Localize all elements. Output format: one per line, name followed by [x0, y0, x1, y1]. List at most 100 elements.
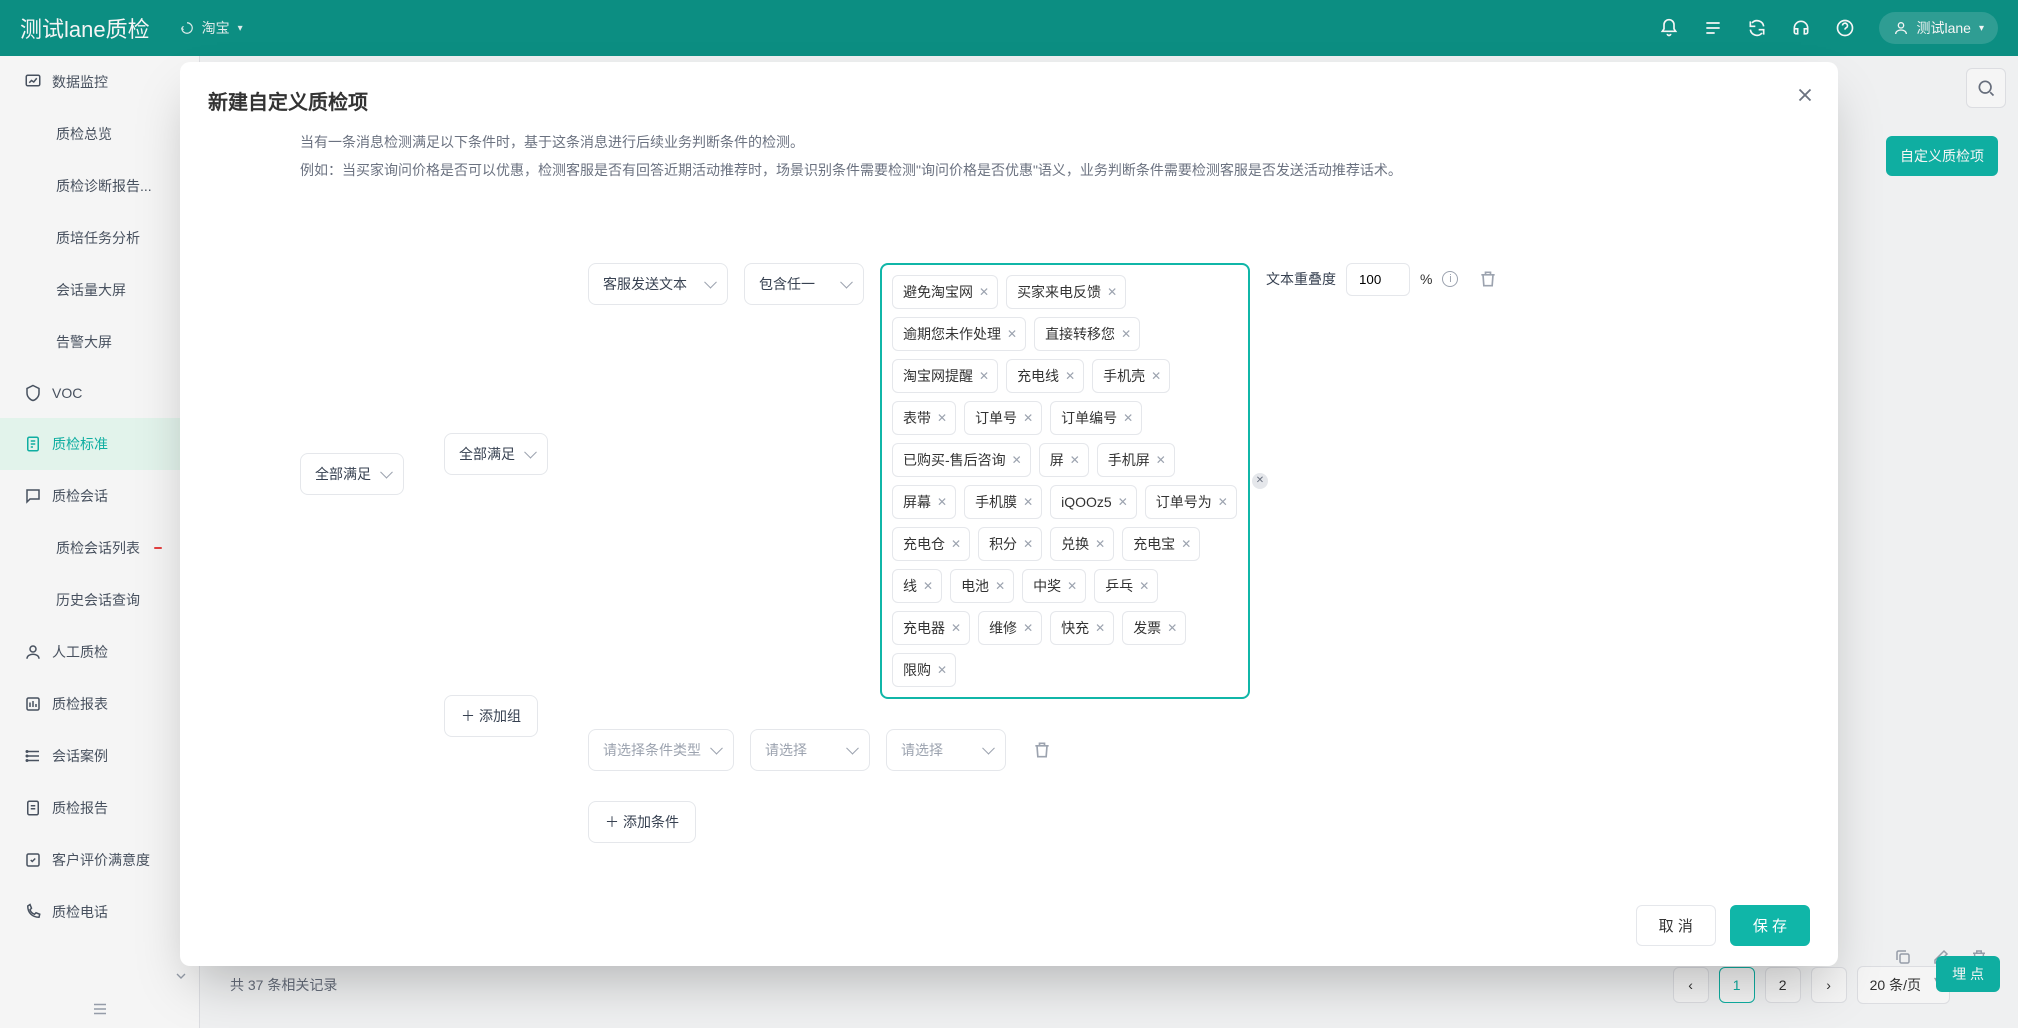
- tag-chip: 表带✕: [892, 401, 956, 435]
- sub-group-select[interactable]: 全部满足: [444, 433, 548, 475]
- tag-remove-icon[interactable]: ✕: [1107, 285, 1117, 299]
- tag-label: 避免淘宝网: [903, 282, 973, 302]
- info-icon[interactable]: i: [1442, 271, 1458, 287]
- tag-label: 充电器: [903, 618, 945, 638]
- tag-label: 线: [903, 576, 917, 596]
- modal-footer: 取 消 保 存: [180, 885, 1838, 966]
- tag-remove-icon[interactable]: ✕: [1095, 621, 1105, 635]
- tag-chip: 屏幕✕: [892, 485, 956, 519]
- tag-label: 快充: [1061, 618, 1089, 638]
- clear-tags-icon[interactable]: ✕: [1252, 473, 1268, 489]
- tag-remove-icon[interactable]: ✕: [1070, 453, 1080, 467]
- operator-select[interactable]: 包含任一: [744, 263, 864, 305]
- tag-remove-icon[interactable]: ✕: [1121, 327, 1131, 341]
- modal-desc-2: 例如：当买家询问价格是否可以优惠，检测客服是否有回答近期活动推荐时，场景识别条件…: [300, 159, 1718, 183]
- tag-remove-icon[interactable]: ✕: [951, 537, 961, 551]
- overlap-label: 文本重叠度: [1266, 269, 1336, 289]
- tag-remove-icon[interactable]: ✕: [937, 663, 947, 677]
- source-select[interactable]: 客服发送文本: [588, 263, 728, 305]
- root-group-select[interactable]: 全部满足: [300, 453, 404, 495]
- tag-chip: 乒乓 ✕: [1094, 569, 1158, 603]
- tag-chip: 充电宝 ✕: [1122, 527, 1200, 561]
- tag-remove-icon[interactable]: ✕: [1067, 579, 1077, 593]
- modal-desc-1: 当有一条消息检测满足以下条件时，基于这条消息进行后续业务判断条件的检测。: [300, 131, 1718, 155]
- tag-label: iQOOz5: [1061, 494, 1112, 510]
- tag-chip: 订单号✕: [964, 401, 1042, 435]
- tag-remove-icon[interactable]: ✕: [1007, 327, 1017, 341]
- tag-chip: 充电仓✕: [892, 527, 970, 561]
- type-select-placeholder[interactable]: 请选择条件类型: [588, 729, 734, 771]
- tag-remove-icon[interactable]: ✕: [1118, 495, 1128, 509]
- overlap-input[interactable]: [1346, 263, 1410, 296]
- tag-remove-icon[interactable]: ✕: [1218, 495, 1228, 509]
- tag-remove-icon[interactable]: ✕: [1123, 411, 1133, 425]
- tag-chip: 屏✕: [1039, 443, 1089, 477]
- tag-remove-icon[interactable]: ✕: [979, 369, 989, 383]
- cancel-button[interactable]: 取 消: [1636, 905, 1716, 946]
- tag-label: 逾期您未作处理: [903, 324, 1001, 344]
- tag-remove-icon[interactable]: ✕: [1023, 411, 1033, 425]
- modal-body: 当有一条消息检测满足以下条件时，基于这条消息进行后续业务判断条件的检测。 例如：…: [180, 131, 1838, 885]
- tag-chip: 充电器 ✕: [892, 611, 970, 645]
- tag-remove-icon[interactable]: ✕: [1181, 537, 1191, 551]
- tag-label: 屏: [1050, 450, 1064, 470]
- tag-remove-icon[interactable]: ✕: [979, 285, 989, 299]
- tag-label: 电池: [961, 576, 989, 596]
- tag-remove-icon[interactable]: ✕: [937, 411, 947, 425]
- tag-chip: 订单编号✕: [1050, 401, 1142, 435]
- delete-empty-condition-icon[interactable]: [1032, 740, 1052, 760]
- tag-remove-icon[interactable]: ✕: [1139, 579, 1149, 593]
- tag-chip: 手机屏 ✕: [1097, 443, 1175, 477]
- add-group-button[interactable]: ＋添加组: [444, 695, 538, 737]
- tag-chip: 手机壳✕: [1092, 359, 1170, 393]
- tag-label: 手机屏: [1108, 450, 1150, 470]
- tag-chip: 电池 ✕: [950, 569, 1014, 603]
- tag-chip: 订单号为 ✕: [1145, 485, 1237, 519]
- tag-remove-icon[interactable]: ✕: [1023, 621, 1033, 635]
- tag-remove-icon[interactable]: ✕: [1095, 537, 1105, 551]
- tag-remove-icon[interactable]: ✕: [1012, 453, 1022, 467]
- tag-remove-icon[interactable]: ✕: [923, 579, 933, 593]
- add-condition-button[interactable]: ＋添加条件: [588, 801, 696, 843]
- condition-row-1: 客服发送文本 包含任一 ✕ 避免淘宝网✕买家来电反馈✕逾期您未作处理✕直接转移您…: [588, 263, 1498, 699]
- condition-builder: 全部满足 全部满足 ＋添加组 客服发送文本 包含任一 ✕ 避免淘宝网 ✕ 买家来电反…: [300, 263, 1718, 843]
- tag-remove-icon[interactable]: ✕: [1023, 495, 1033, 509]
- tag-label: 充电宝: [1133, 534, 1175, 554]
- tag-remove-icon[interactable]: ✕: [1065, 369, 1075, 383]
- modal-close-button[interactable]: [1794, 84, 1816, 106]
- tag-remove-icon[interactable]: ✕: [1156, 453, 1166, 467]
- tag-label: 买家来电反馈: [1017, 282, 1101, 302]
- tag-chip: 维修 ✕: [978, 611, 1042, 645]
- overlap-group: 文本重叠度 % i: [1266, 263, 1498, 296]
- tags-input[interactable]: ✕ 避免淘宝网✕买家来电反馈✕逾期您未作处理✕直接转移您✕淘宝网提醒✕充电线✕手…: [880, 263, 1250, 699]
- tag-label: 维修: [989, 618, 1017, 638]
- tag-chip: 积分 ✕: [978, 527, 1042, 561]
- tag-remove-icon[interactable]: ✕: [937, 495, 947, 509]
- tag-chip: 线✕: [892, 569, 942, 603]
- tag-label: 中奖: [1033, 576, 1061, 596]
- condition-row-2: 请选择条件类型 请选择 请选择: [588, 729, 1498, 771]
- tag-label: 订单号为: [1156, 492, 1212, 512]
- overlap-unit: %: [1420, 271, 1432, 287]
- save-button[interactable]: 保 存: [1730, 905, 1810, 946]
- delete-condition-icon[interactable]: [1478, 269, 1498, 289]
- tag-label: 积分: [989, 534, 1017, 554]
- tag-chip: 逾期您未作处理 ✕: [892, 317, 1026, 351]
- tag-chip: 直接转移您 ✕: [1034, 317, 1140, 351]
- conditions-column: 客服发送文本 包含任一 ✕ 避免淘宝网✕买家来电反馈✕逾期您未作处理✕直接转移您…: [588, 263, 1498, 843]
- tag-chip: 限购✕: [892, 653, 956, 687]
- tag-remove-icon[interactable]: ✕: [951, 621, 961, 635]
- tag-label: 直接转移您: [1045, 324, 1115, 344]
- tag-label: 乒乓: [1105, 576, 1133, 596]
- tag-chip: 快充 ✕: [1050, 611, 1114, 645]
- value-select-placeholder[interactable]: 请选择: [886, 729, 1006, 771]
- tag-remove-icon[interactable]: ✕: [1151, 369, 1161, 383]
- tag-remove-icon[interactable]: ✕: [1023, 537, 1033, 551]
- tag-chip: 兑换✕: [1050, 527, 1114, 561]
- op-select-placeholder[interactable]: 请选择: [750, 729, 870, 771]
- tag-remove-icon[interactable]: ✕: [995, 579, 1005, 593]
- tag-label: 已购买-售后咨询: [903, 450, 1006, 470]
- create-qc-item-modal: 新建自定义质检项 当有一条消息检测满足以下条件时，基于这条消息进行后续业务判断条…: [180, 62, 1838, 966]
- tag-chip: 手机膜✕: [964, 485, 1042, 519]
- tag-remove-icon[interactable]: ✕: [1167, 621, 1177, 635]
